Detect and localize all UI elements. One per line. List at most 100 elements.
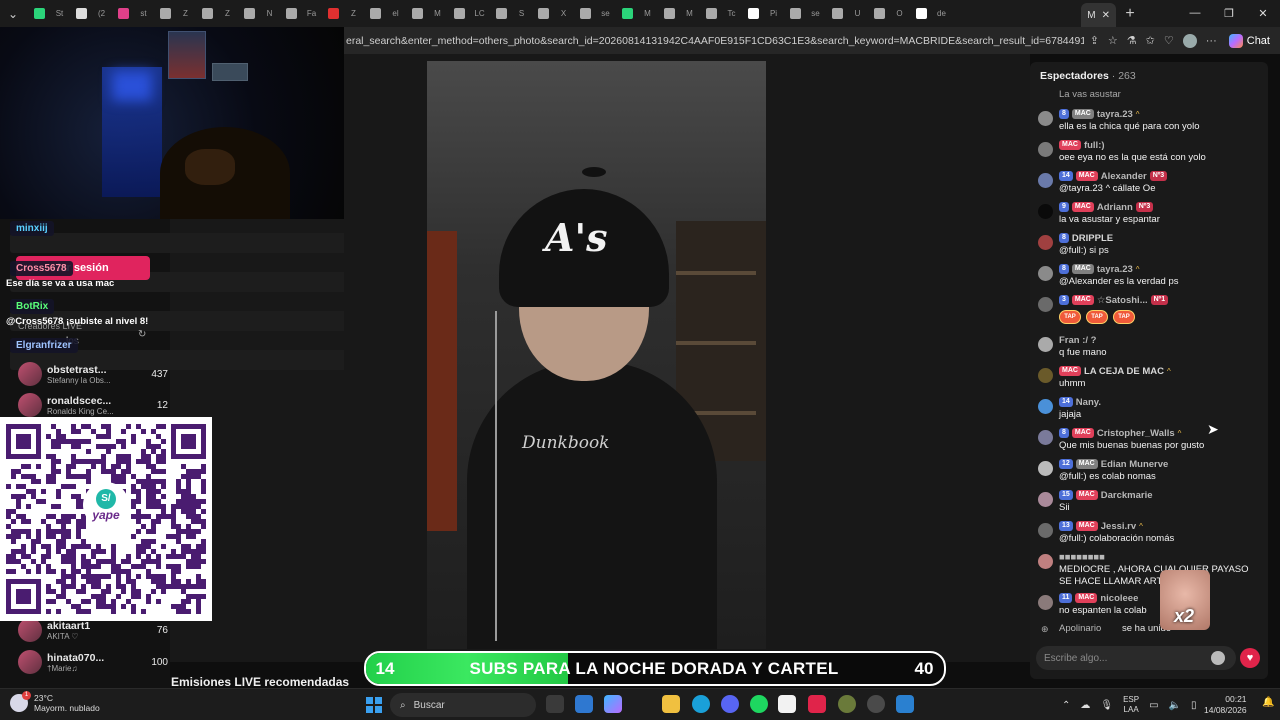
avatar[interactable] (1038, 523, 1053, 538)
tab-favicon-icon[interactable] (328, 8, 339, 19)
chat-username[interactable]: Fran :/ ? (1059, 335, 1096, 346)
chat-username[interactable]: Cristopher_Walls (1097, 428, 1175, 439)
tab-label[interactable]: el (388, 7, 403, 20)
avatar[interactable] (1038, 595, 1053, 610)
chat-message[interactable]: 11 MAC nicoleee no espanten la colab (1038, 592, 1262, 622)
more-menu-icon[interactable]: ··· (1206, 35, 1217, 47)
suggested-account[interactable]: ronaldscec... Ronalds King Ce... 12 (18, 390, 168, 420)
app-icon[interactable] (867, 695, 885, 713)
browser-essentials-icon[interactable]: ♡ (1164, 34, 1174, 47)
avatar[interactable] (1038, 297, 1053, 312)
tab-favicon-icon[interactable] (160, 8, 171, 19)
tab-favicon-icon[interactable] (34, 8, 45, 19)
refresh-icon[interactable]: ↻ (138, 329, 146, 340)
tab-favicon-icon[interactable] (874, 8, 885, 19)
show-hidden-icons[interactable]: ⌃ (1062, 700, 1070, 711)
edge-icon[interactable] (692, 695, 710, 713)
tab-favicon-icon[interactable] (454, 8, 465, 19)
favorite-star-icon[interactable]: ☆ (1108, 34, 1118, 47)
chat-username[interactable]: ☆Satoshi... (1097, 295, 1148, 306)
tab-favicon-icon[interactable] (118, 8, 129, 19)
tab-label[interactable]: se (598, 7, 613, 20)
copilot-taskbar-icon[interactable] (604, 695, 622, 713)
close-tab-icon[interactable]: ✕ (1102, 10, 1110, 21)
volume-icon[interactable]: 🔈 (1169, 700, 1181, 711)
tab-label[interactable]: (2 (94, 7, 109, 20)
active-tab[interactable]: M ✕ (1081, 3, 1116, 27)
tab-favicon-icon[interactable] (370, 8, 381, 19)
live-video[interactable]: A's Dunkbook (427, 61, 766, 649)
tab-label[interactable]: O (892, 7, 907, 20)
tab-label[interactable]: Fa (304, 7, 319, 20)
tab-label[interactable]: st (136, 7, 151, 20)
discord-icon[interactable] (721, 695, 739, 713)
chat-message[interactable]: 8 MAC tayra.23 ^ @Alexander es la verdad ps (1038, 263, 1262, 293)
chat-message[interactable]: Fran :/ ? q fue mano (1038, 334, 1262, 364)
weather-widget[interactable]: 1 23°C Mayorm. nublado (10, 691, 100, 713)
join-username[interactable]: Apolinario (1059, 623, 1101, 634)
chat-message[interactable]: MAC LA CEJA DE MAC ^ uhmm (1038, 365, 1262, 395)
chat-input[interactable]: Escribe algo... (1036, 646, 1236, 670)
avatar[interactable] (1038, 111, 1053, 126)
tab-favicon-icon[interactable] (496, 8, 507, 19)
tab-label[interactable]: de (934, 7, 949, 20)
app-icon[interactable] (838, 695, 856, 713)
app-icon[interactable] (808, 695, 826, 713)
tab-label[interactable]: se (808, 7, 823, 20)
tab-label[interactable]: Z (220, 7, 235, 20)
tab-label[interactable]: Pi (766, 7, 781, 20)
avatar[interactable] (1038, 461, 1053, 476)
notepad-icon[interactable] (575, 695, 593, 713)
spotify-icon[interactable] (750, 695, 768, 713)
tab-favicon-icon[interactable] (706, 8, 717, 19)
favorites-icon[interactable]: ✩ (1146, 34, 1155, 47)
chat-message[interactable]: 12 MAC Edian Munerve @full:) es colab nomas (1038, 458, 1262, 488)
chat-username[interactable]: ■■■■■■■■ (1059, 552, 1105, 563)
chat-message[interactable]: 14 MAC Alexander Nº3 @tayra.23 ^ cállate Oe (1038, 170, 1262, 200)
chat-message[interactable]: 8 MAC Cristopher_Walls ^ Que mis buenas buen… (1038, 427, 1262, 457)
url-field[interactable]: eral_search&enter_method=others_photo&se… (344, 35, 1084, 47)
tab-label[interactable]: M (430, 7, 445, 20)
emoji-icon[interactable] (1211, 651, 1225, 665)
taskbar-search[interactable]: ⌕ Buscar (390, 693, 536, 717)
tab-label[interactable]: Z (346, 7, 361, 20)
start-button[interactable] (366, 697, 382, 713)
chat-message[interactable]: 13 MAC Jessi.rv ^ @full:) colaboración nomás (1038, 520, 1262, 550)
chat-username[interactable]: Edian Munerve (1101, 459, 1169, 470)
tab-favicon-icon[interactable] (916, 8, 927, 19)
tab-label[interactable]: M (682, 7, 697, 20)
avatar[interactable] (1038, 266, 1053, 281)
chat-message[interactable]: 14 Nany. jajaja (1038, 396, 1262, 426)
onedrive-icon[interactable]: ☁ (1080, 700, 1090, 711)
tab-favicon-icon[interactable] (622, 8, 633, 19)
tab-favicon-icon[interactable] (832, 8, 843, 19)
tab-label[interactable]: N (262, 7, 277, 20)
tab-label[interactable]: St (52, 7, 67, 20)
network-icon[interactable]: ▭ (1149, 700, 1158, 711)
tab-label[interactable]: M (640, 7, 655, 20)
minimize-icon[interactable]: — (1178, 7, 1212, 20)
share-icon[interactable]: ⇪ (1090, 34, 1099, 47)
task-view-icon[interactable] (546, 695, 564, 713)
chat-username[interactable]: Nany. (1076, 397, 1101, 408)
viewers-header[interactable]: Espectadores · 263 (1040, 70, 1136, 82)
notifications-icon[interactable]: 🔔 (1262, 697, 1274, 711)
tab-favicon-icon[interactable] (790, 8, 801, 19)
tab-favicon-icon[interactable] (664, 8, 675, 19)
chat-username[interactable]: nicoleee (1100, 593, 1138, 604)
app-icon[interactable] (896, 695, 914, 713)
clock[interactable]: 00:21 14/08/2026 (1204, 694, 1247, 716)
tab-label[interactable]: S (514, 7, 529, 20)
avatar[interactable] (1038, 173, 1053, 188)
close-window-icon[interactable]: ✕ (1246, 7, 1280, 20)
avatar[interactable] (1038, 235, 1053, 250)
tab-favicon-icon[interactable] (76, 8, 87, 19)
input-language[interactable]: ESP LAA (1123, 695, 1139, 715)
chat-username[interactable]: tayra.23 (1097, 264, 1133, 275)
file-explorer-icon[interactable] (662, 695, 680, 713)
chat-message[interactable]: 3 MAC ☆Satoshi... Nº1 TAP TAP TAP (1038, 294, 1262, 324)
profile-avatar[interactable] (1182, 33, 1197, 48)
suggested-account[interactable]: hinata070... †Marie♫ 100 (18, 647, 168, 677)
copilot-chat-button[interactable]: Chat (1223, 33, 1280, 48)
tab-favicon-icon[interactable] (202, 8, 213, 19)
